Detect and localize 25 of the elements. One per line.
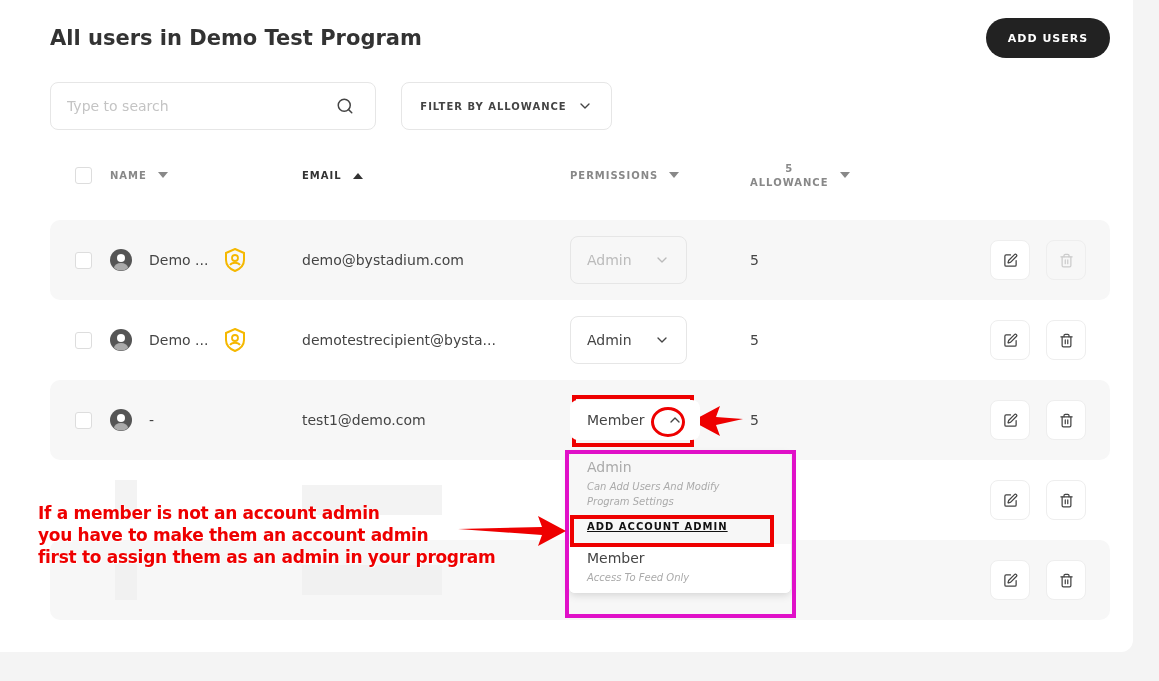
search-field[interactable]: Type to search <box>50 82 376 130</box>
allowance-value: 5 <box>750 332 759 348</box>
email-text: demotestrecipient@bysta... <box>302 332 496 348</box>
permission-select[interactable]: Member <box>570 400 700 440</box>
user-name: Demo ... <box>149 252 209 268</box>
filter-button[interactable]: FILTER BY ALLOWANCE <box>401 82 612 130</box>
option-description: Access To Feed Only <box>587 571 690 585</box>
allowance-value: 5 <box>750 412 759 428</box>
annotation-text: you have to make them an account admin <box>38 525 430 545</box>
page-title: All users in Demo Test Program <box>50 26 422 50</box>
email-text: test1@demo.com <box>302 412 426 428</box>
email-text: demo@bystadium.com <box>302 252 464 268</box>
column-header[interactable]: EMAIL <box>302 169 364 181</box>
add-users-button[interactable]: ADD USERS <box>986 18 1110 58</box>
permission-select[interactable]: Admin <box>570 316 687 364</box>
annotation-text: If a member is not an account admin <box>38 503 381 523</box>
user-name: Demo ... <box>149 332 209 348</box>
annotation-text: first to assign them as an admin in your program <box>38 547 496 567</box>
option-label[interactable]: Member <box>587 550 645 566</box>
user-name: - <box>149 412 155 428</box>
column-header[interactable]: NAME <box>110 169 169 181</box>
allowance-value: 5 <box>750 252 759 268</box>
column-header[interactable]: 5 ALLOWANCE <box>750 162 851 188</box>
column-header[interactable]: PERMISSIONS <box>570 169 681 181</box>
option-description: Can Add Users And Modify Program Settings <box>587 480 721 509</box>
